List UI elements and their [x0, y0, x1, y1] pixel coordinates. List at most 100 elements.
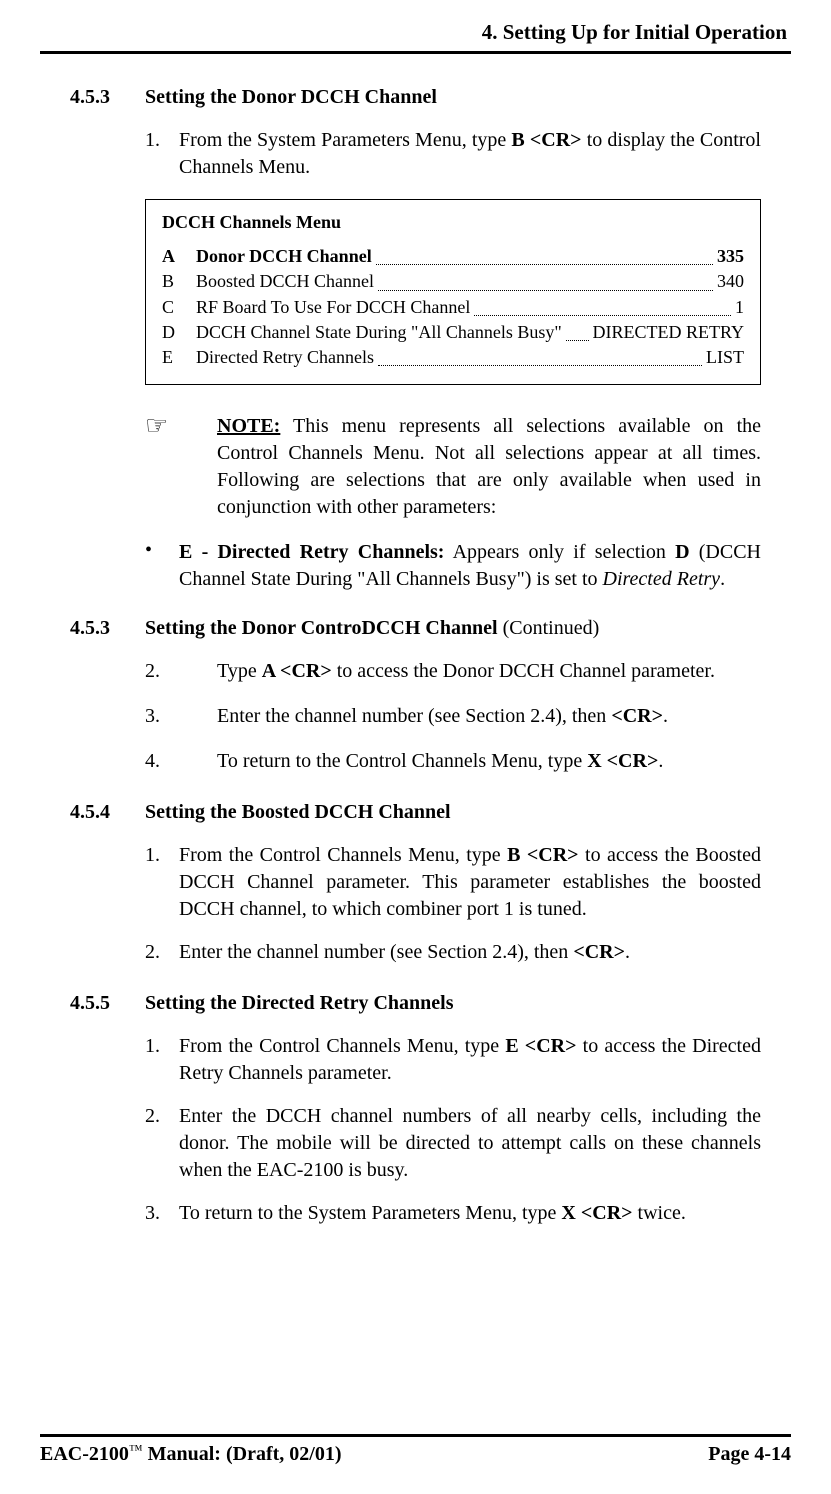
bullet-item: • E - Directed Retry Channels: Appears o… [70, 539, 761, 593]
footer-left: EAC-2100™ Manual: (Draft, 02/01) [40, 1443, 341, 1466]
footer-rule [40, 1434, 791, 1437]
step-454-1: 1. From the Control Channels Menu, type … [70, 842, 761, 923]
menu-key: E [162, 345, 196, 370]
command: B <CR> [511, 129, 581, 151]
step-body: To return to the Control Channels Menu, … [217, 748, 761, 775]
menu-row-e: E Directed Retry Channels LIST [162, 345, 744, 370]
bullet-icon: • [145, 539, 179, 593]
text: To return to the Control Channels Menu, … [217, 750, 587, 772]
section-title: Setting the Donor DCCH Channel [145, 84, 437, 111]
step-453a-1: 1. From the System Parameters Menu, type… [70, 127, 761, 181]
menu-value: 1 [735, 295, 744, 320]
step-body: From the System Parameters Menu, type B … [179, 127, 761, 181]
step-number: 2. [145, 658, 217, 685]
command: E <CR> [505, 1035, 576, 1057]
text: Type [217, 660, 262, 682]
text: to access the Donor DCCH Channel paramet… [332, 660, 715, 682]
step-body: Enter the channel number (see Section 2.… [179, 939, 761, 966]
menu-row-b: B Boosted DCCH Channel 340 [162, 269, 744, 294]
step-453b-2: 2. Type A <CR> to access the Donor DCCH … [70, 658, 761, 685]
page-content: 4.5.3 Setting the Donor DCCH Channel 1. … [40, 54, 791, 1227]
bullet-lead: E - Directed Retry Channels: [179, 541, 444, 563]
product-name: EAC-2100 [40, 1443, 129, 1465]
title-text: Setting the Donor ControDCCH Channel [145, 617, 503, 639]
page-number: Page 4-14 [708, 1443, 791, 1466]
menu-dots [378, 365, 702, 366]
text: Enter the channel number (see Section 2.… [217, 705, 611, 727]
menu-value: DIRECTED RETRY [593, 320, 745, 345]
command: X <CR> [561, 1202, 632, 1224]
step-body: Type A <CR> to access the Donor DCCH Cha… [217, 658, 761, 685]
d-key: D [675, 541, 689, 563]
continued-text: (Continued) [503, 617, 600, 639]
italic-text: Directed Retry [603, 568, 721, 590]
hand-point-icon: ☞ [145, 413, 217, 521]
step-number: 2. [145, 939, 179, 966]
menu-key: D [162, 320, 196, 345]
menu-label: DCCH Channel State During "All Channels … [196, 320, 562, 345]
step-body: From the Control Channels Menu, type E <… [179, 1033, 761, 1087]
note-block: ☞ NOTE: This menu represents all selecti… [70, 413, 761, 521]
text: From the Control Channels Menu, type [179, 1035, 505, 1057]
page-footer: EAC-2100™ Manual: (Draft, 02/01) Page 4-… [40, 1434, 791, 1466]
step-455-3: 3. To return to the System Parameters Me… [70, 1200, 761, 1227]
menu-label: Directed Retry Channels [196, 345, 374, 370]
step-number: 3. [145, 703, 217, 730]
text: . [625, 941, 630, 963]
step-453b-3: 3. Enter the channel number (see Section… [70, 703, 761, 730]
text: Appears only if selection [444, 541, 675, 563]
text: From the Control Channels Menu, type [179, 844, 507, 866]
menu-value: 335 [717, 244, 744, 269]
section-heading-453b: 4.5.3 Setting the Donor ControDCCH Chann… [70, 615, 761, 642]
step-number: 1. [145, 127, 179, 181]
menu-row-d: D DCCH Channel State During "All Channel… [162, 320, 744, 345]
step-453b-4: 4. To return to the Control Channels Men… [70, 748, 761, 775]
step-number: 1. [145, 1033, 179, 1087]
section-heading-454: 4.5.4 Setting the Boosted DCCH Channel [70, 799, 761, 826]
section-title: Setting the Boosted DCCH Channel [145, 799, 451, 826]
menu-key: B [162, 269, 196, 294]
menu-value: LIST [706, 345, 744, 370]
note-lead: NOTE: [217, 415, 280, 437]
menu-row-c: C RF Board To Use For DCCH Channel 1 [162, 295, 744, 320]
bullet-body: E - Directed Retry Channels: Appears onl… [179, 539, 761, 593]
section-title: Setting the Donor ControDCCH Channel (Co… [145, 615, 599, 642]
command: A <CR> [262, 660, 332, 682]
step-number: 3. [145, 1200, 179, 1227]
menu-dots [566, 340, 589, 341]
step-number: 1. [145, 842, 179, 923]
menu-dots [378, 290, 713, 291]
menu-label: Boosted DCCH Channel [196, 269, 374, 294]
step-body: From the Control Channels Menu, type B <… [179, 842, 761, 923]
page-header: 4. Setting Up for Initial Operation [40, 20, 791, 45]
menu-label: Donor DCCH Channel [196, 244, 372, 269]
step-body: Enter the channel number (see Section 2.… [217, 703, 761, 730]
trademark-icon: ™ [129, 1443, 143, 1458]
dcch-menu-box: DCCH Channels Menu A Donor DCCH Channel … [145, 199, 761, 385]
text: . [658, 750, 663, 772]
menu-dots [376, 264, 713, 265]
menu-value: 340 [717, 269, 744, 294]
step-455-1: 1. From the Control Channels Menu, type … [70, 1033, 761, 1087]
note-body: NOTE: This menu represents all selection… [217, 413, 761, 521]
footer-row: EAC-2100™ Manual: (Draft, 02/01) Page 4-… [40, 1443, 791, 1466]
step-number: 2. [145, 1103, 179, 1184]
command: <CR> [611, 705, 663, 727]
section-number: 4.5.5 [70, 990, 145, 1017]
menu-title: DCCH Channels Menu [162, 210, 744, 234]
step-body: Enter the DCCH channel numbers of all ne… [179, 1103, 761, 1184]
command: X <CR> [587, 750, 658, 772]
step-455-2: 2. Enter the DCCH channel numbers of all… [70, 1103, 761, 1184]
section-number: 4.5.4 [70, 799, 145, 826]
text: Enter the channel number (see Section 2.… [179, 941, 573, 963]
page: 4. Setting Up for Initial Operation 4.5.… [0, 0, 831, 1494]
section-number: 4.5.3 [70, 84, 145, 111]
command: B <CR> [507, 844, 578, 866]
menu-row-a: A Donor DCCH Channel 335 [162, 244, 744, 269]
manual-info: Manual: (Draft, 02/01) [143, 1443, 342, 1465]
text: . [663, 705, 668, 727]
menu-dots [474, 315, 731, 316]
menu-label: RF Board To Use For DCCH Channel [196, 295, 470, 320]
text: To return to the System Parameters Menu,… [179, 1202, 561, 1224]
note-text: This menu represents all selections avai… [217, 415, 761, 518]
